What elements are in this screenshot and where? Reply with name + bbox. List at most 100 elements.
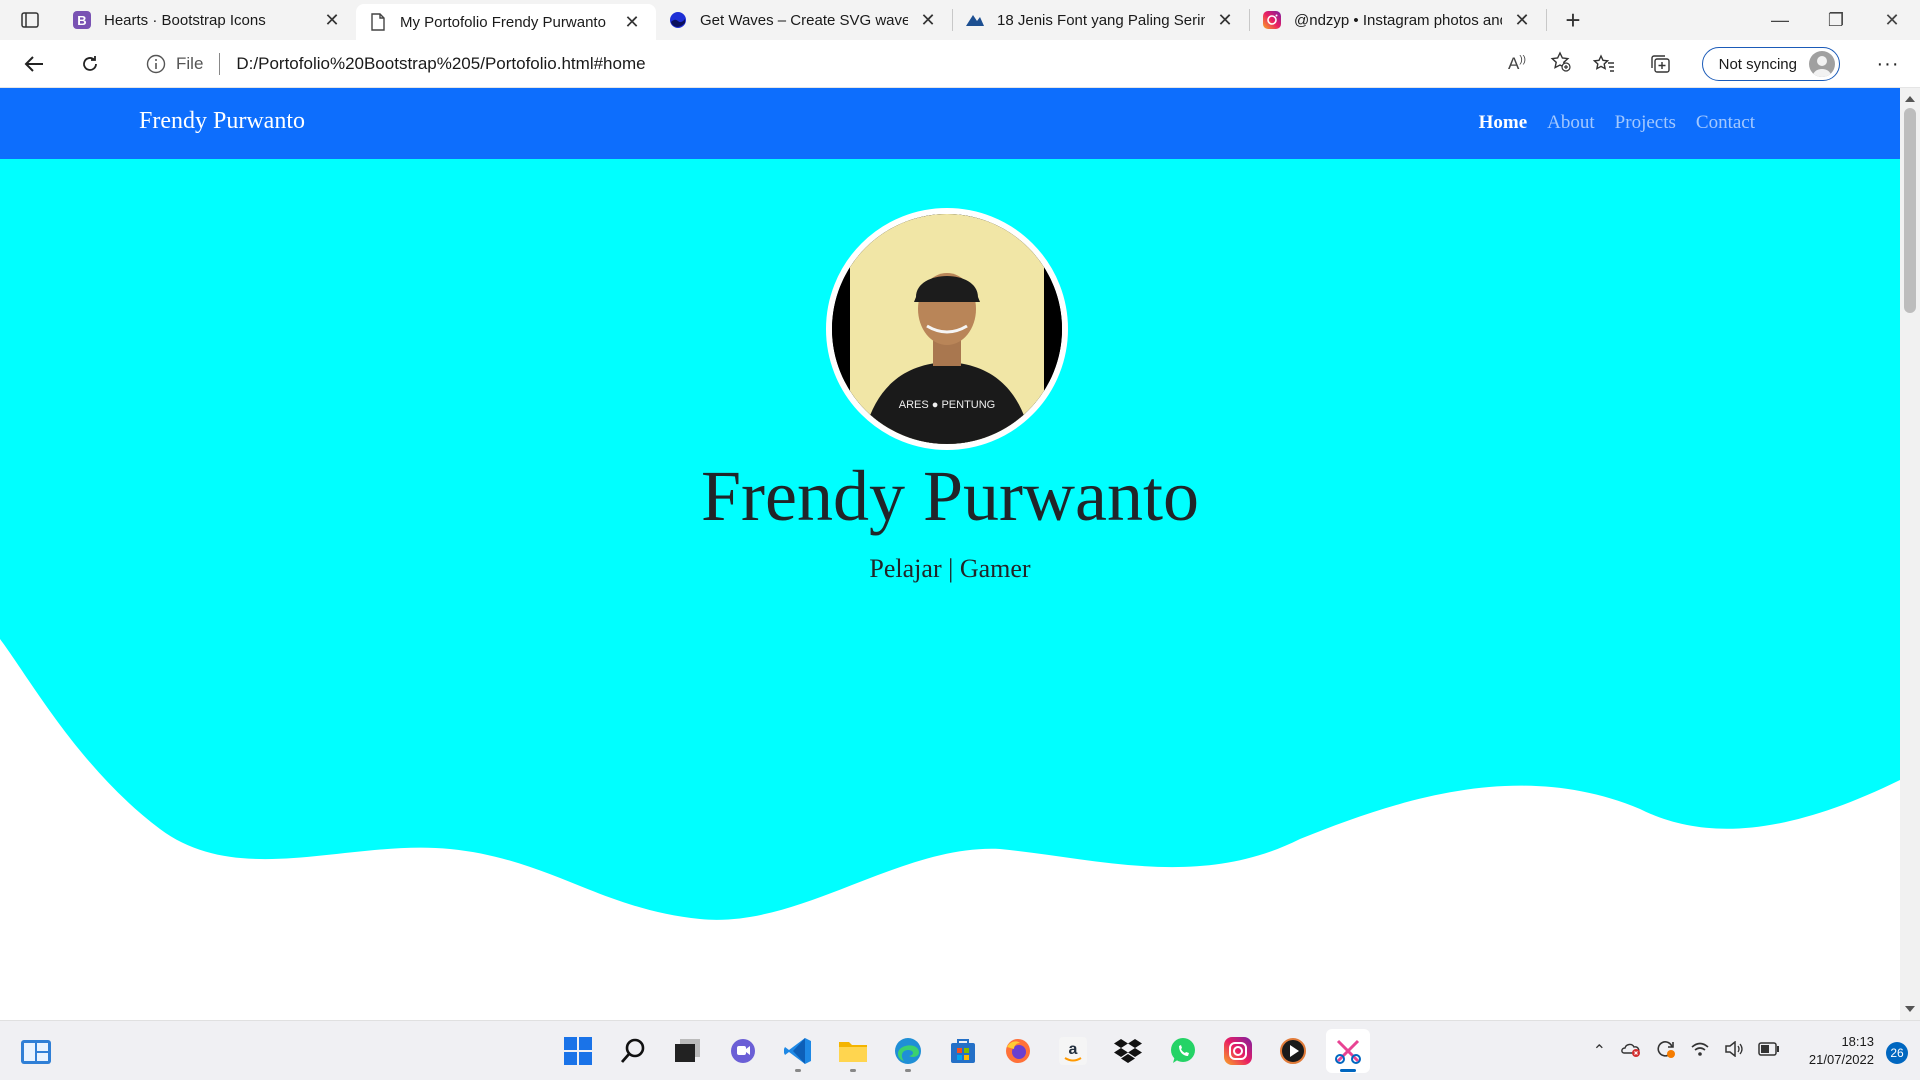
scroll-thumb[interactable] [1904,108,1916,313]
collections-button[interactable] [1632,40,1688,88]
bootstrap-icon: B [72,10,92,30]
address-bar[interactable]: File D:/Portofolio%20Bootstrap%205/Porto… [124,45,1586,83]
tab-instagram[interactable]: @ndzyp • Instagram photos and ✕ [1250,0,1546,40]
search-button[interactable] [611,1029,655,1073]
vscode-button[interactable] [776,1029,820,1073]
navbar-brand[interactable]: Frendy Purwanto [139,108,305,135]
tab-title: My Portofolio Frendy Purwanto [400,13,606,31]
volume-icon[interactable] [1724,1039,1744,1062]
browser-toolbar: File D:/Portofolio%20Bootstrap%205/Porto… [0,40,1920,88]
chevron-up-icon[interactable]: ⌃ [1593,1041,1606,1061]
start-button[interactable] [556,1029,600,1073]
widgets-icon [21,1040,51,1064]
address-divider [219,53,221,75]
wifi-icon[interactable] [1690,1041,1710,1062]
close-icon[interactable]: ✕ [1510,8,1534,32]
task-view-button[interactable] [666,1029,710,1073]
amazon-icon: a [1059,1037,1087,1065]
favorites-icon [1592,54,1614,72]
read-aloud-icon[interactable]: A)) [1508,54,1526,74]
scroll-up-arrow-icon[interactable] [1905,96,1915,102]
profile-sync-button[interactable]: Not syncing [1701,47,1840,81]
edge-button[interactable] [886,1029,930,1073]
nav-link-about[interactable]: About [1547,112,1595,134]
windows-taskbar: a ⌃ 18:13 21/07/2022 26 [0,1020,1920,1080]
address-actions: A)) [1508,45,1572,83]
new-tab-button[interactable]: + [1553,0,1593,40]
instagram-button[interactable] [1216,1029,1260,1073]
file-explorer-button[interactable] [831,1029,875,1073]
refresh-icon [83,55,97,71]
instagram-icon [1262,10,1282,30]
snipping-tool-icon [1335,1039,1361,1064]
close-icon[interactable]: ✕ [1213,8,1237,32]
media-player-icon [1280,1038,1306,1064]
tab-jenis-font[interactable]: 18 Jenis Font yang Paling Sering ✕ [953,0,1249,40]
close-icon: ✕ [1884,9,1900,30]
tab-bootstrap-icons[interactable]: B Hearts · Bootstrap Icons ✕ [60,0,356,40]
minimize-button[interactable]: — [1752,0,1808,40]
running-indicator [795,1069,801,1072]
onedrive-error-icon[interactable] [1620,1040,1642,1063]
dropbox-icon [1114,1039,1142,1063]
close-window-button[interactable]: ✕ [1864,0,1920,40]
add-favorite-icon[interactable] [1550,50,1572,78]
microsoft-store-button[interactable] [941,1029,985,1073]
media-player-button[interactable] [1271,1029,1315,1073]
scroll-down-arrow-icon[interactable] [1905,1006,1915,1012]
search-icon [620,1038,645,1063]
firefox-icon [1006,1039,1030,1063]
back-arrow-icon [24,55,43,72]
page-scrollbar[interactable] [1900,88,1920,1020]
snipping-tool-button[interactable] [1326,1029,1370,1073]
widgets-button[interactable] [20,1039,52,1070]
svg-text:a: a [1069,1041,1078,1058]
whatsapp-icon [1171,1038,1195,1063]
notification-badge[interactable]: 26 [1886,1042,1908,1064]
edge-icon [895,1038,921,1064]
nav-link-contact[interactable]: Contact [1696,112,1755,134]
system-tray: ⌃ [1593,1021,1780,1081]
amazon-button[interactable]: a [1051,1029,1095,1073]
plus-icon: + [1565,4,1581,35]
getwaves-icon [668,10,688,30]
microsoft-store-icon [951,1039,975,1063]
close-icon[interactable]: ✕ [320,8,344,32]
tab-title: 18 Jenis Font yang Paling Sering [997,11,1205,29]
dropbox-button[interactable] [1106,1029,1150,1073]
info-icon[interactable] [146,54,166,74]
nav-link-home[interactable]: Home [1479,112,1528,134]
sync-label: Not syncing [1718,55,1797,73]
whatsapp-button[interactable] [1161,1029,1205,1073]
minimize-icon: — [1771,9,1789,30]
tab-get-waves[interactable]: Get Waves – Create SVG waves fo ✕ [656,0,952,40]
restore-icon: ❐ [1827,9,1845,30]
start-icon [564,1037,592,1065]
tab-title: Get Waves – Create SVG waves fo [700,11,908,29]
taskbar-clock[interactable]: 18:13 21/07/2022 [1809,1033,1874,1069]
battery-icon[interactable] [1758,1041,1780,1061]
tab-portofolio[interactable]: My Portofolio Frendy Purwanto ✕ [356,4,656,40]
refresh-button[interactable] [62,40,118,88]
firefox-button[interactable] [996,1029,1040,1073]
back-button[interactable] [6,40,62,88]
restore-button[interactable]: ❐ [1808,0,1864,40]
teams-chat-icon [731,1039,755,1063]
close-icon[interactable]: ✕ [620,10,644,34]
clock-time: 18:13 [1841,1034,1874,1049]
sync-warning-icon[interactable] [1656,1039,1676,1064]
tab-title: Hearts · Bootstrap Icons [104,11,266,29]
nav-link-projects[interactable]: Projects [1615,112,1676,134]
task-view-icon [675,1039,700,1062]
taskbar-apps: a [556,1029,1370,1073]
settings-menu-button[interactable]: ··· [1860,40,1916,88]
favorites-button[interactable] [1576,40,1632,88]
close-icon[interactable]: ✕ [916,8,940,32]
page-viewport: Frendy Purwanto Home About Projects Cont… [0,88,1900,1020]
tab-title: @ndzyp • Instagram photos and [1294,11,1502,29]
tab-actions-button[interactable] [0,0,60,40]
file-label: File [176,54,204,73]
hero-subtitle: Pelajar | Gamer [869,554,1031,583]
teams-chat-button[interactable] [721,1029,765,1073]
url-text[interactable]: D:/Portofolio%20Bootstrap%205/Portofolio… [236,54,645,74]
